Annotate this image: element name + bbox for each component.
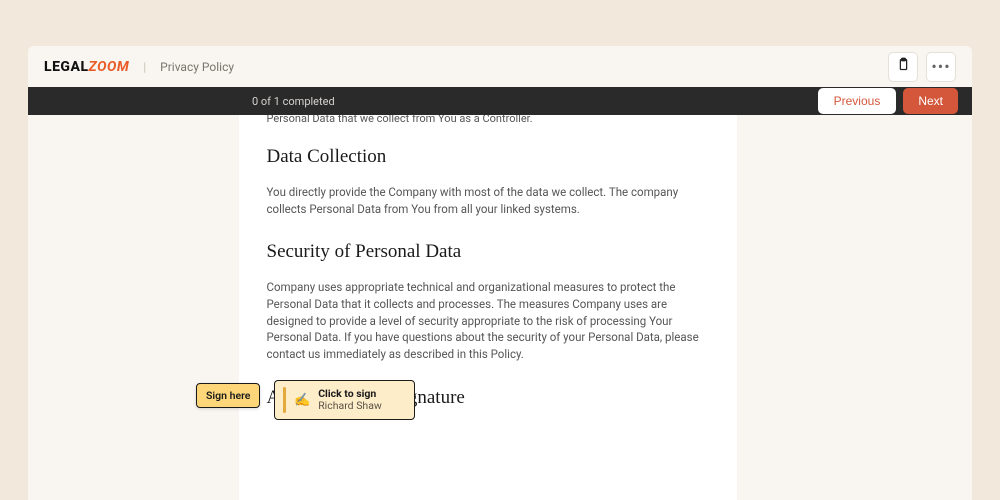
paragraph: You directly provide the Company with mo… xyxy=(267,184,709,217)
next-button[interactable]: Next xyxy=(903,88,958,114)
more-icon: ••• xyxy=(931,57,950,76)
previous-button[interactable]: Previous xyxy=(818,88,897,114)
signature-field[interactable]: ✍ Click to sign Richard Shaw xyxy=(274,380,415,420)
document-cut-line: Personal Data that we collect from You a… xyxy=(267,115,709,122)
logo: LEGALZOOM xyxy=(44,59,129,75)
clipboard-button[interactable] xyxy=(888,52,918,82)
progress-text: 0 of 1 completed xyxy=(252,95,335,108)
more-button[interactable]: ••• xyxy=(926,52,956,82)
content-area: Personal Data that we collect from You a… xyxy=(28,115,972,500)
signature-icon: ✍ xyxy=(294,393,310,408)
progress-bar: 0 of 1 completed Previous Next xyxy=(28,87,972,115)
document: Personal Data that we collect from You a… xyxy=(239,115,737,500)
heading-security: Security of Personal Data xyxy=(267,241,709,263)
app-header: LEGALZOOM | Privacy Policy ••• xyxy=(28,46,972,87)
heading-data-collection: Data Collection xyxy=(267,146,709,168)
paragraph: Company uses appropriate technical and o… xyxy=(267,279,709,362)
signature-name: Richard Shaw xyxy=(318,400,382,412)
breadcrumb: Privacy Policy xyxy=(160,60,234,74)
breadcrumb-divider: | xyxy=(143,60,146,74)
clipboard-icon xyxy=(896,57,911,76)
sign-here-flag[interactable]: Sign here xyxy=(196,383,260,408)
